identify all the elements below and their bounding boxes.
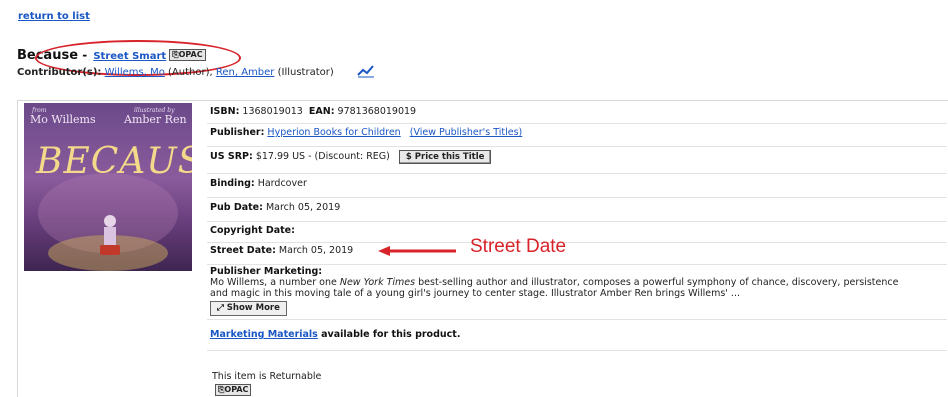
discount-text: - (Discount: REG): [308, 151, 390, 162]
publisher-link[interactable]: Hyperion Books for Children: [267, 127, 400, 138]
return-to-list-link[interactable]: return to list: [18, 11, 90, 22]
contributors-label: Contributor(s):: [17, 67, 102, 78]
copyright-label: Copyright Date:: [210, 225, 295, 236]
marketing-italic: New York Times: [339, 277, 416, 288]
marketing-text-1: Mo Willems, a number one: [210, 277, 340, 288]
isbn-label: ISBN:: [210, 106, 240, 117]
row-marketing: Publisher Marketing: Mo Willems, a numbe…: [207, 266, 947, 320]
cover-illustrator: Amber Ren: [123, 113, 187, 126]
trend-chart-icon[interactable]: [357, 64, 375, 78]
ean-label: EAN:: [308, 106, 335, 117]
marketing-text-3: and magic in this moving tale of a young…: [210, 288, 740, 299]
marketing-text-2: best-selling author and illustrator, com…: [415, 277, 899, 288]
author-role: (Author),: [168, 67, 213, 78]
srp-label: US SRP:: [210, 151, 253, 162]
pubdate-value: March 05, 2019: [265, 202, 341, 213]
show-more-label: Show More: [226, 303, 280, 313]
streetdate-value: March 05, 2019: [278, 245, 354, 256]
row-pubdate: Pub Date: March 05, 2019: [207, 202, 947, 222]
binding-label: Binding:: [210, 178, 255, 189]
row-binding: Binding: Hardcover: [207, 178, 947, 198]
opac-button-bottom[interactable]: ⎘OPAC: [215, 384, 252, 396]
row-streetdate: Street Date: March 05, 2019: [207, 245, 947, 265]
price-title-button[interactable]: $ Price this Title: [398, 150, 492, 164]
street-date-annotation: Street Date: [470, 236, 567, 257]
ean-value: 9781368019019: [337, 106, 417, 117]
author-link[interactable]: Willems, Mo: [105, 67, 165, 78]
row-isbn: ISBN: 1368019013 EAN: 9781368019019: [207, 106, 947, 124]
returnable-text: This item is Returnable: [212, 371, 322, 382]
illustrator-role: (Illustrator): [277, 67, 334, 78]
materials-text: available for this product.: [317, 329, 461, 340]
illustrator-link[interactable]: Ren, Amber: [216, 67, 275, 78]
row-srp: US SRP: $17.99 US - (Discount: REG) $ Pr…: [207, 150, 947, 174]
marketing-label: Publisher Marketing:: [210, 266, 323, 277]
isbn-value: 1368019013: [242, 106, 303, 117]
cover-art: from illustrated by Mo Willems Amber Ren…: [30, 107, 192, 271]
row-copyright: Copyright Date:: [207, 225, 947, 243]
red-arrow-icon: [378, 246, 456, 256]
row-publisher: Publisher: Hyperion Books for Children (…: [207, 127, 947, 147]
publisher-titles-link[interactable]: (View Publisher's Titles): [410, 127, 522, 138]
cover-title: BECAUSE: [35, 141, 192, 182]
publisher-label: Publisher:: [210, 127, 265, 138]
binding-value: Hardcover: [257, 178, 307, 189]
opac-label-bottom: OPAC: [224, 385, 249, 394]
show-more-button[interactable]: ⤢ Show More: [210, 301, 287, 316]
pubdate-label: Pub Date:: [210, 202, 263, 213]
marketing-materials-link[interactable]: Marketing Materials: [210, 329, 318, 340]
srp-value: $17.99 US: [255, 151, 306, 162]
cover-author: Mo Willems: [30, 113, 96, 126]
streetdate-label: Street Date:: [210, 245, 276, 256]
book-cover-image[interactable]: from illustrated by Mo Willems Amber Ren…: [24, 103, 192, 271]
expand-icon: ⤢: [217, 303, 224, 313]
row-materials: Marketing Materials available for this p…: [207, 329, 947, 351]
contributors-line: Contributor(s): Willems, Mo (Author), Re…: [17, 67, 334, 78]
